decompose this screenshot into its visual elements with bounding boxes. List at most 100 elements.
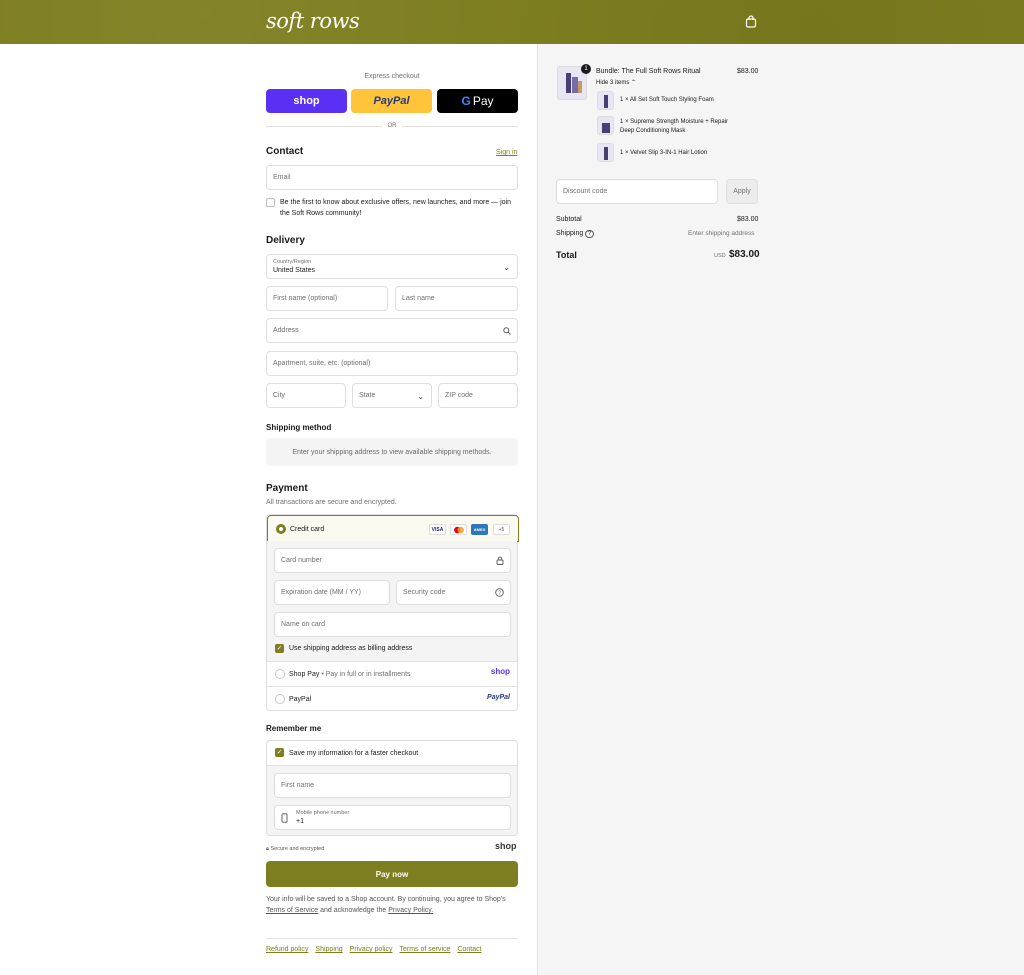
credit-card-label: Credit card <box>290 526 325 533</box>
shop-pay-logo: shop <box>490 667 510 676</box>
credit-card-form: Card number Expiration date (MM / YY) Se… <box>267 541 517 662</box>
shipping-value: Enter shipping address <box>688 230 755 237</box>
zip-code-field[interactable]: ZIP code <box>438 383 518 408</box>
pay-now-button[interactable]: Pay now <box>266 861 518 887</box>
shop-pay-express-button[interactable]: shop <box>266 89 347 113</box>
bundle-item-2-cont: Deep Conditioning Mask <box>620 128 686 134</box>
currency-code: USD <box>714 253 726 259</box>
payment-methods: Credit card VISA AMEX +5 Card number Exp… <box>266 514 519 711</box>
google-pay-express-button[interactable]: G Pay <box>437 89 518 113</box>
billing-same-label: Use shipping address as billing address <box>289 645 413 652</box>
terms-of-service-link[interactable]: Terms of Service <box>266 907 318 914</box>
remember-me-panel: ✓ Save my information for a faster check… <box>266 740 518 836</box>
save-info-label: Save my information for a faster checkou… <box>289 750 419 757</box>
paypal-label: PayPal <box>289 696 312 703</box>
subtotal-value: $83.00 <box>737 216 759 223</box>
privacy-policy-footer-link[interactable]: Privacy policy <box>350 946 393 953</box>
first-name-field[interactable]: First name (optional) <box>266 286 388 311</box>
address-field[interactable]: Address <box>266 318 518 343</box>
name-on-card-field[interactable]: Name on card <box>274 612 511 637</box>
privacy-policy-link[interactable]: Privacy Policy. <box>388 907 433 914</box>
amex-icon: AMEX <box>471 524 488 535</box>
email-field[interactable]: Email <box>266 165 518 190</box>
shipping-method-heading: Shipping method <box>266 423 332 432</box>
remember-me-heading: Remember me <box>266 724 322 733</box>
paypal-express-button[interactable]: PayPal <box>351 89 432 113</box>
help-icon[interactable]: ? <box>585 230 594 238</box>
bag-icon[interactable] <box>745 15 757 28</box>
expiration-date-field[interactable]: Expiration date (MM / YY) <box>274 580 390 605</box>
delivery-heading: Delivery <box>266 235 305 246</box>
item-thumbnail <box>597 143 614 162</box>
discount-code-field[interactable]: Discount code <box>556 179 718 204</box>
paypal-option[interactable]: PayPal PayPal <box>267 686 517 711</box>
credit-card-option[interactable]: Credit card VISA AMEX +5 <box>267 515 519 542</box>
secure-encrypted-note: 🔒︎ Secure and encrypted <box>266 846 325 852</box>
hide-items-toggle[interactable]: Hide 3 items ⌃ <box>596 79 636 86</box>
google-g-icon: G <box>461 94 471 108</box>
lock-icon <box>496 556 504 565</box>
item-thumbnail <box>597 91 614 110</box>
chevron-down-icon: ⌄ <box>417 392 424 401</box>
payment-subtitle: All transactions are secure and encrypte… <box>266 499 397 506</box>
card-number-field[interactable]: Card number <box>274 548 511 573</box>
product-title: Bundle: The Full Soft Rows Ritual <box>596 68 701 75</box>
remember-first-name-field[interactable]: First name <box>274 773 511 798</box>
bundle-item-1: 1 × All Set Soft Touch Styling Foam <box>620 97 714 103</box>
security-code-field[interactable]: Security code ? <box>396 580 511 605</box>
divider <box>266 938 518 939</box>
shop-logo: shop <box>495 841 517 851</box>
subtotal-label: Subtotal <box>556 216 582 223</box>
contact-heading: Contact <box>266 146 304 157</box>
chevron-up-icon: ⌃ <box>631 80 637 86</box>
newsletter-checkbox[interactable] <box>266 198 275 207</box>
footer-links: Refund policy Shipping Privacy policy Te… <box>266 946 482 953</box>
svg-text:?: ? <box>498 591 501 597</box>
express-checkout-label: Express checkout <box>364 73 420 80</box>
sign-in-link[interactable]: Sign in <box>496 149 517 156</box>
bundle-item-3: 1 × Velvet Slip 3-IN-1 Hair Lotion <box>620 150 708 156</box>
shop-pay-radio[interactable] <box>275 669 285 679</box>
shop-account-disclaimer: Your info will be saved to a Shop accoun… <box>266 896 506 914</box>
shipping-method-notice: Enter your shipping address to view avai… <box>266 438 518 466</box>
shipping-link[interactable]: Shipping <box>315 946 342 953</box>
shop-pay-label: Shop Pay • Pay in full or in installment… <box>289 671 411 678</box>
apartment-field[interactable]: Apartment, suite, etc. (optional) <box>266 351 518 376</box>
store-logo[interactable]: soft rows <box>266 9 360 33</box>
shipping-label: Shipping ? <box>556 230 594 238</box>
quantity-badge: 1 <box>581 64 591 74</box>
shop-pay-option[interactable]: Shop Pay • Pay in full or in installment… <box>267 661 517 686</box>
paypal-logo: PayPal <box>487 694 510 701</box>
billing-same-checkbox[interactable]: ✓ <box>275 644 284 653</box>
site-header: soft rows <box>0 0 1024 44</box>
mobile-phone-field[interactable]: Mobile phone number +1 <box>274 805 511 830</box>
search-icon <box>503 326 511 335</box>
more-cards-badge: +5 <box>493 524 510 535</box>
bundle-item-2: 1 × Supreme Strength Moisture + Repair <box>620 119 729 125</box>
credit-card-radio[interactable] <box>276 524 286 534</box>
city-field[interactable]: City <box>266 383 346 408</box>
product-price: $83.00 <box>737 68 759 75</box>
state-select[interactable]: State ⌄ <box>352 383 432 408</box>
chevron-down-icon: ⌄ <box>503 263 510 272</box>
save-info-row[interactable]: ✓ Save my information for a faster check… <box>267 741 517 766</box>
total-value: $83.00 <box>729 249 760 260</box>
payment-heading: Payment <box>266 483 308 494</box>
terms-of-service-footer-link[interactable]: Terms of service <box>399 946 450 953</box>
item-thumbnail <box>597 116 614 135</box>
mastercard-icon <box>450 524 467 535</box>
lock-icon: 🔒︎ <box>266 846 269 852</box>
or-divider-label: OR <box>382 123 402 129</box>
help-icon[interactable]: ? <box>495 588 504 597</box>
apply-discount-button[interactable]: Apply <box>726 179 758 204</box>
phone-icon <box>281 812 288 823</box>
country-select[interactable]: Country/Region United States ⌄ <box>266 254 518 279</box>
total-label: Total <box>556 250 577 260</box>
paypal-radio[interactable] <box>275 694 285 704</box>
save-info-checkbox[interactable]: ✓ <box>275 748 284 757</box>
refund-policy-link[interactable]: Refund policy <box>266 946 308 953</box>
contact-link[interactable]: Contact <box>457 946 481 953</box>
last-name-field[interactable]: Last name <box>395 286 518 311</box>
visa-icon: VISA <box>429 524 446 535</box>
newsletter-label: Be the first to know about exclusive off… <box>280 199 511 217</box>
